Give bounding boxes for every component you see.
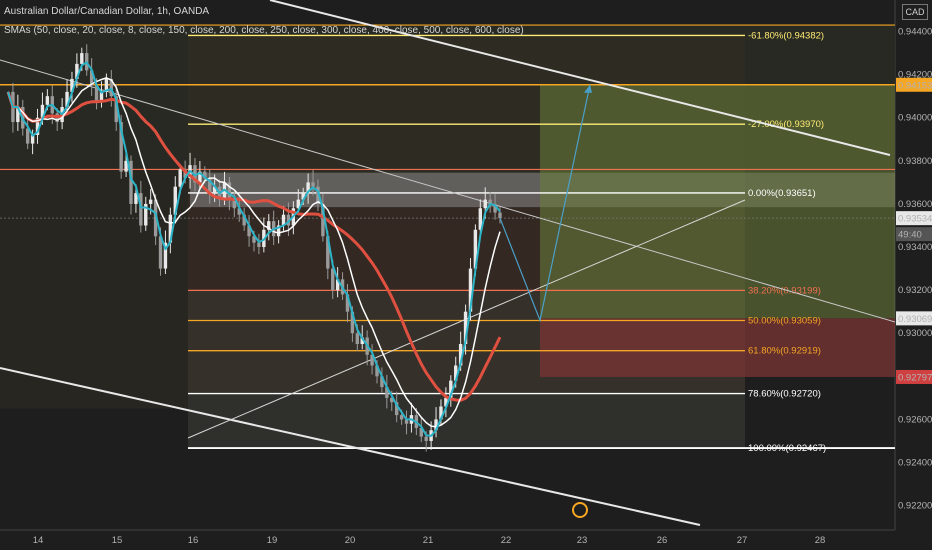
price-axis-tick: 0.94000 [898,113,932,124]
price-axis-tick: 0.94400 [898,27,932,38]
price-axis-tick: 0.92600 [898,414,932,425]
candle-body [178,169,182,187]
time-axis-tick: 15 [112,535,123,546]
chart-stage: -61.80%(0.94382) -27.00%(0.93970) 0.00%(0.… [0,0,932,550]
fib-level-label: 38.20%(0.93199) [748,285,821,296]
price-axis-tick: 0.92200 [898,501,932,512]
time-axis-tick: 16 [188,535,199,546]
fib-bottom-shade [188,393,745,449]
price-axis-label: 0.92797 [898,372,932,383]
candle-body [257,242,261,248]
candle-body [331,268,335,291]
fib-level-label: 0.00%(0.93651) [748,188,816,199]
candle-body [148,199,153,204]
time-axis-tick: 27 [737,535,748,546]
sma-indicator-legend[interactable]: SMAs (50, close, 20, close, 8, close, 15… [4,25,524,36]
price-axis-tick: 0.93400 [898,242,932,253]
candle-body [424,436,428,441]
candle-body [399,415,404,420]
fib-level-label: -61.80%(0.94382) [748,30,824,41]
profit-target-zone [540,84,895,319]
candle-body [311,182,315,187]
price-axis-label: 0.93534 [898,214,932,225]
currency-badge[interactable]: CAD [902,4,928,20]
time-axis-tick: 22 [501,535,512,546]
time-axis-tick: 23 [577,535,588,546]
time-axis-tick: 21 [423,535,434,546]
left-range-shade [0,169,190,409]
candle-body [483,199,487,209]
candle-body [25,128,30,144]
fib-level-label: 61.80%(0.92919) [748,346,821,357]
stop-loss-zone [540,318,895,377]
time-axis-tick: 28 [815,535,826,546]
price-axis-label: 0.94153 [898,80,932,91]
time-axis-tick: 26 [657,535,668,546]
price-axis-tick: 0.93000 [898,328,932,339]
price-chart[interactable]: -61.80%(0.94382)-27.00%(0.93970)0.00%(0.… [0,0,932,550]
fib-level-label: 50.00%(0.93059) [748,316,821,327]
time-axis-tick: 19 [267,535,278,546]
price-axis-label: 0.93069 [898,314,932,325]
fib-level-label: 100.00%(0.92467) [748,443,826,454]
price-axis-label: 49:40 [898,230,922,241]
chart-title: Australian Dollar/Canadian Dollar, 1h, O… [4,6,210,17]
price-axis-tick: 0.92400 [898,458,932,469]
candle-body [355,333,360,344]
time-axis-tick: 20 [345,535,356,546]
fib-level-label: 78.60%(0.92720) [748,389,821,400]
candle-body [45,96,50,105]
time-axis-tick: 14 [33,535,44,546]
price-axis-tick: 0.93800 [898,156,932,167]
candle-body [498,212,502,219]
candle-body [80,53,84,64]
price-axis-tick: 0.93200 [898,285,932,296]
price-axis-tick: 0.93600 [898,199,932,210]
